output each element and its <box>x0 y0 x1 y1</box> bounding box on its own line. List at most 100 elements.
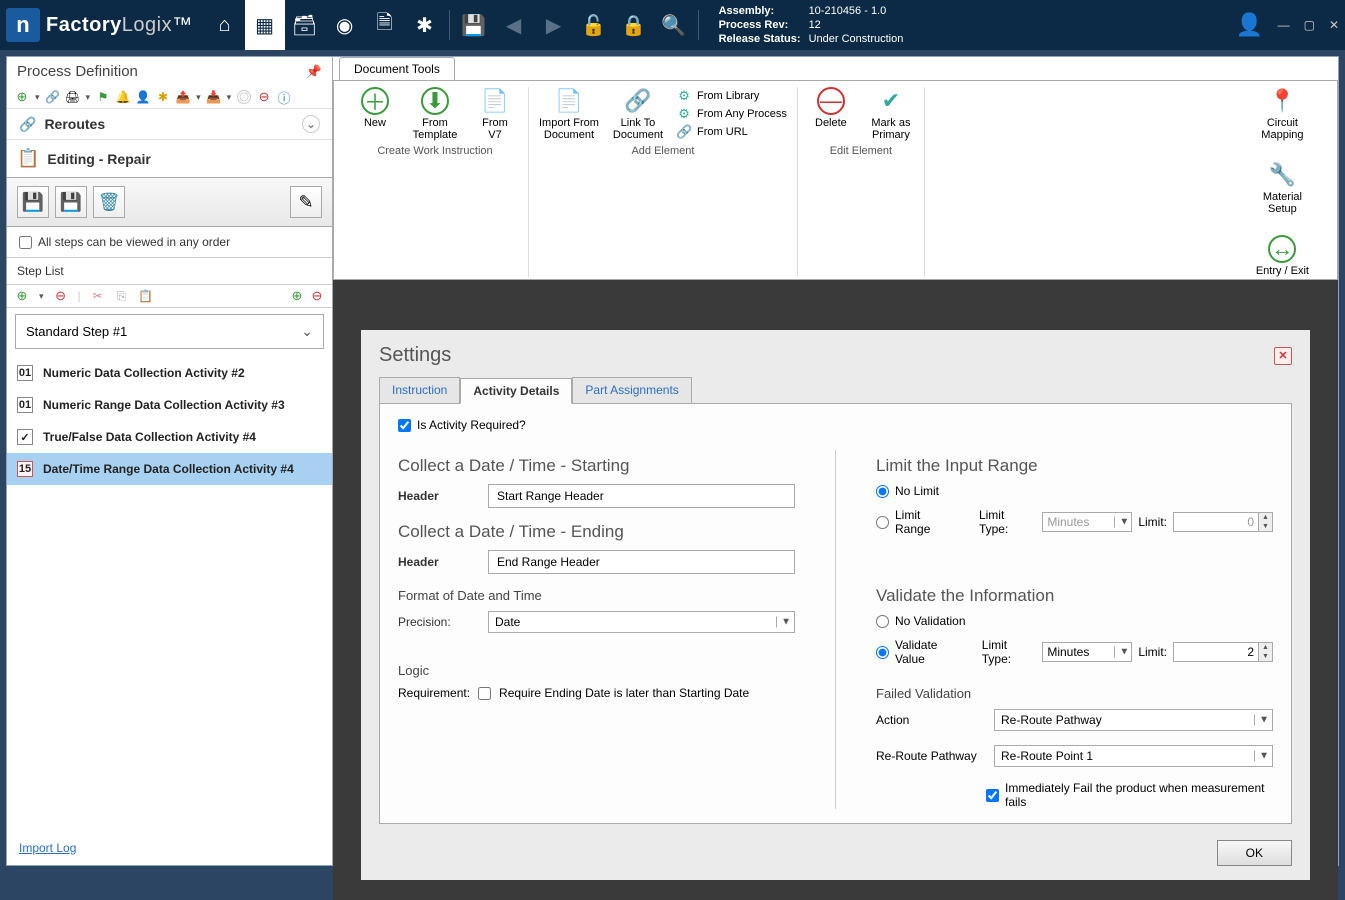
import-log-link[interactable]: Import Log <box>7 831 332 865</box>
document-icon[interactable]: 🗎 <box>365 0 405 50</box>
minimize-button[interactable]: — <box>1278 18 1290 32</box>
import-from-button[interactable]: 📄Import From Document <box>539 87 599 141</box>
app-logo: n <box>6 8 40 42</box>
doc-toolbar: 💾 💾 🗑 ✎ <box>7 178 332 227</box>
sync-icon[interactable]: ◉ <box>325 0 365 50</box>
search-lock-icon[interactable]: 🔍 <box>654 0 694 50</box>
activity-item[interactable]: 01 Numeric Range Data Collection Activit… <box>7 389 332 421</box>
reroutes-header[interactable]: 🔗 Reroutes ⌄ <box>7 108 332 140</box>
save-icon[interactable]: 💾 <box>454 0 494 50</box>
add-step-icon[interactable]: ⊕ <box>15 289 29 303</box>
circuit-mapping-button[interactable]: 📍Circuit Mapping <box>1259 87 1305 141</box>
close-button[interactable]: ✕ <box>1329 18 1339 32</box>
paste-icon[interactable]: 📋 <box>139 289 153 303</box>
activity-item[interactable]: ✓ True/False Data Collection Activity #4 <box>7 421 332 453</box>
new-button[interactable]: ＋New <box>352 87 398 141</box>
from-template-button[interactable]: ⬇From Template <box>412 87 458 141</box>
home-icon[interactable]: ⌂ <box>205 0 245 50</box>
validate-title: Validate the Information <box>876 586 1273 606</box>
is-activity-required-checkbox[interactable] <box>398 419 411 432</box>
save-all-button[interactable]: 💾 <box>55 186 87 218</box>
ok-button[interactable]: OK <box>1217 840 1292 866</box>
require-ending-later-checkbox[interactable] <box>478 687 491 700</box>
end-section-title: Collect a Date / Time - Ending <box>398 522 795 542</box>
add-icon[interactable]: ⊕ <box>15 90 29 104</box>
cut-icon[interactable]: ✂ <box>91 289 105 303</box>
format-title: Format of Date and Time <box>398 588 795 603</box>
panel-title: Process Definition <box>17 63 138 80</box>
flag-icon[interactable]: ⚑ <box>96 90 110 104</box>
start-section-title: Collect a Date / Time - Starting <box>398 456 795 476</box>
delete-button[interactable]: —Delete <box>808 87 854 141</box>
panel-toolbar: ⊕▾ 🔗 🖨▾ ⚑ 🔔 👤 ✱ 📤▾ 📥▾ ∅ ⊖ ⓘ <box>7 86 332 108</box>
numeric-icon: 01 <box>17 365 33 381</box>
link-mini-icon[interactable]: 🔗 <box>46 90 60 104</box>
person-icon[interactable]: 👤 <box>136 90 150 104</box>
pin-icon[interactable]: 📌 <box>306 64 322 80</box>
forward-icon[interactable]: ▶ <box>534 0 574 50</box>
document-tools-tab[interactable]: Document Tools <box>339 57 455 80</box>
save-doc-button[interactable]: 💾 <box>17 186 49 218</box>
info-icon[interactable]: ⓘ <box>277 90 291 104</box>
export-mini-icon[interactable]: 📤 <box>176 90 190 104</box>
step-toolbar: ⊕▾ ⊖ | ✂ ⎘ 📋 ⊕ ⊖ <box>7 285 332 308</box>
edit-doc-button[interactable]: ✎ <box>290 186 322 218</box>
limit-type-select-1[interactable] <box>1042 512 1132 532</box>
precision-select[interactable] <box>488 611 795 633</box>
all-steps-checkbox[interactable] <box>19 236 32 249</box>
process-definition-panel: Process Definition 📌 ⊕▾ 🔗 🖨▾ ⚑ 🔔 👤 ✱ 📤▾ … <box>7 57 333 865</box>
reroute-pathway-select[interactable] <box>994 745 1273 767</box>
tab-instruction[interactable]: Instruction <box>379 377 460 403</box>
unlock-icon[interactable]: 🔓 <box>574 0 614 50</box>
copy-icon[interactable]: ⎘ <box>115 289 129 303</box>
material-setup-button[interactable]: 🔧Material Setup <box>1259 161 1305 215</box>
brand-name: FactoryLogix™ <box>46 14 193 37</box>
no-validation-radio[interactable] <box>876 615 889 628</box>
remove-right-icon[interactable]: ⊖ <box>310 289 324 303</box>
bell-icon[interactable]: 🔔 <box>116 90 130 104</box>
lock-icon[interactable]: 🔒 <box>614 0 654 50</box>
logic-title: Logic <box>398 663 795 678</box>
failed-validation-title: Failed Validation <box>876 686 1273 701</box>
action-select[interactable] <box>994 709 1273 731</box>
tab-activity-details[interactable]: Activity Details <box>460 378 572 404</box>
user-icon[interactable]: 👤 <box>1236 11 1264 39</box>
activity-item-selected[interactable]: 15 Date/Time Range Data Collection Activ… <box>7 453 332 485</box>
print-mini-icon[interactable]: 🖨 <box>66 90 80 104</box>
is-activity-required-label: Is Activity Required? <box>417 418 526 432</box>
expand-icon[interactable]: ⌄ <box>302 115 320 133</box>
mark-primary-button[interactable]: ✔Mark as Primary <box>868 87 914 141</box>
gear-mini-icon[interactable]: ✱ <box>156 90 170 104</box>
no-limit-radio[interactable] <box>876 485 889 498</box>
remove-step-icon[interactable]: ⊖ <box>54 289 68 303</box>
activity-item[interactable]: 01 Numeric Data Collection Activity #2 <box>7 357 332 389</box>
from-url-button[interactable]: 🔗From URL <box>677 125 748 139</box>
gear-icon[interactable]: ✱ <box>405 0 445 50</box>
db-icon[interactable]: 🗃 <box>285 0 325 50</box>
delete-doc-button[interactable]: 🗑 <box>93 186 125 218</box>
limit-type-select-2[interactable] <box>1042 642 1132 662</box>
remove-icon[interactable]: ⊖ <box>257 90 271 104</box>
immediately-fail-checkbox[interactable] <box>986 789 999 802</box>
add-right-icon[interactable]: ⊕ <box>290 289 304 303</box>
maximize-button[interactable]: ▢ <box>1304 18 1315 32</box>
from-v7-button[interactable]: 📄From V7 <box>472 87 518 141</box>
grid-icon[interactable]: ▦ <box>245 0 285 50</box>
step-name-dropdown[interactable]: Standard Step #1 ⌄ <box>15 314 324 349</box>
entry-exit-button[interactable]: ↔Entry / Exit <box>1256 235 1309 277</box>
limit-range-radio[interactable] <box>876 516 889 529</box>
ribbon: ＋New ⬇From Template 📄From V7 Create Work… <box>333 80 1338 280</box>
back-icon[interactable]: ◀ <box>494 0 534 50</box>
tab-part-assignments[interactable]: Part Assignments <box>572 377 691 403</box>
link-to-button[interactable]: 🔗Link To Document <box>613 87 663 141</box>
close-settings-button[interactable]: ✕ <box>1274 347 1292 365</box>
step-list-header: Step List <box>7 258 332 285</box>
all-steps-label: All steps can be viewed in any order <box>38 235 230 249</box>
validate-value-radio[interactable] <box>876 646 889 659</box>
import-mini-icon[interactable]: 📥 <box>207 90 221 104</box>
from-any-process-button[interactable]: ⚙From Any Process <box>677 107 787 121</box>
start-header-input[interactable] <box>488 484 795 508</box>
reroutes-icon: 🔗 <box>19 116 36 133</box>
from-library-button[interactable]: ⚙From Library <box>677 89 759 103</box>
end-header-input[interactable] <box>488 550 795 574</box>
